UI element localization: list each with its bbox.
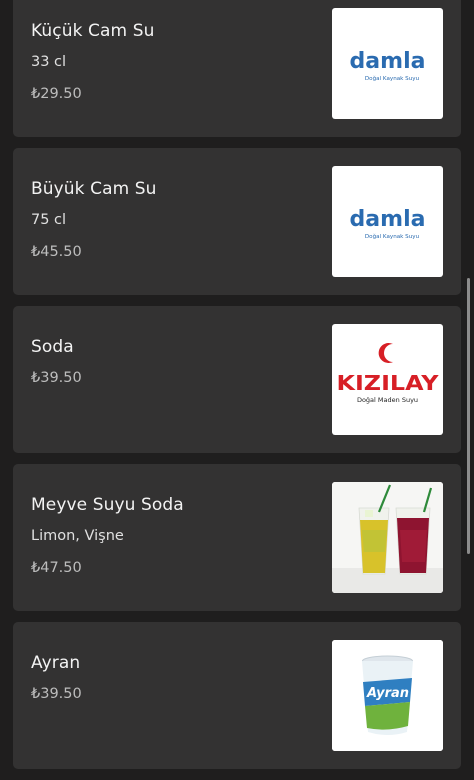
item-price: ₺39.50	[31, 370, 82, 386]
damla-tagline-text: Doğal Kaynak Suyu	[365, 75, 420, 82]
fruit-soda-photo[interactable]	[332, 482, 443, 593]
item-description: Limon, Vişne	[31, 528, 124, 544]
menu-item-card[interactable]: Küçük Cam Su 33 cl ₺29.50 damla Doğal Ka…	[13, 0, 461, 137]
menu-item-card[interactable]: Ayran ₺39.50 Ayran	[13, 622, 461, 769]
item-name: Ayran	[31, 653, 81, 673]
crescent-icon	[378, 343, 393, 363]
item-name: Soda	[31, 337, 74, 357]
item-price: ₺47.50	[31, 560, 82, 576]
item-name: Küçük Cam Su	[31, 21, 155, 41]
menu-item-card[interactable]: Büyük Cam Su 75 cl ₺45.50 damla Doğal Ka…	[13, 148, 461, 295]
item-description: 33 cl	[31, 54, 67, 70]
menu-page: Küçük Cam Su 33 cl ₺29.50 damla Doğal Ka…	[0, 0, 474, 780]
ayran-cup-photo[interactable]: Ayran	[332, 640, 443, 751]
item-name: Büyük Cam Su	[31, 179, 157, 199]
damla-brand-text: damla	[350, 49, 426, 74]
menu-item-card[interactable]: Meyve Suyu Soda Limon, Vişne ₺47.50	[13, 464, 461, 611]
damla-brand-text: damla	[350, 207, 426, 232]
item-price: ₺45.50	[31, 244, 82, 260]
ayran-brand-text: Ayran	[366, 686, 409, 701]
damla-tagline-text: Doğal Kaynak Suyu	[365, 233, 420, 240]
item-price: ₺39.50	[31, 686, 82, 702]
damla-logo-image[interactable]: damla Doğal Kaynak Suyu	[332, 8, 443, 119]
item-name: Meyve Suyu Soda	[31, 495, 184, 515]
kizilay-tagline-text: Doğal Maden Suyu	[357, 396, 418, 404]
menu-item-list: Küçük Cam Su 33 cl ₺29.50 damla Doğal Ka…	[13, 0, 461, 780]
scrollbar-thumb[interactable]	[467, 278, 470, 554]
kizilay-logo-image[interactable]: KIZILAY Doğal Maden Suyu	[332, 324, 443, 435]
damla-logo-image[interactable]: damla Doğal Kaynak Suyu	[332, 166, 443, 277]
menu-item-card[interactable]: Soda ₺39.50 KIZILAY Doğal Maden Suyu	[13, 306, 461, 453]
item-description: 75 cl	[31, 212, 67, 228]
item-price: ₺29.50	[31, 86, 82, 102]
kizilay-brand-text: KIZILAY	[337, 371, 440, 395]
